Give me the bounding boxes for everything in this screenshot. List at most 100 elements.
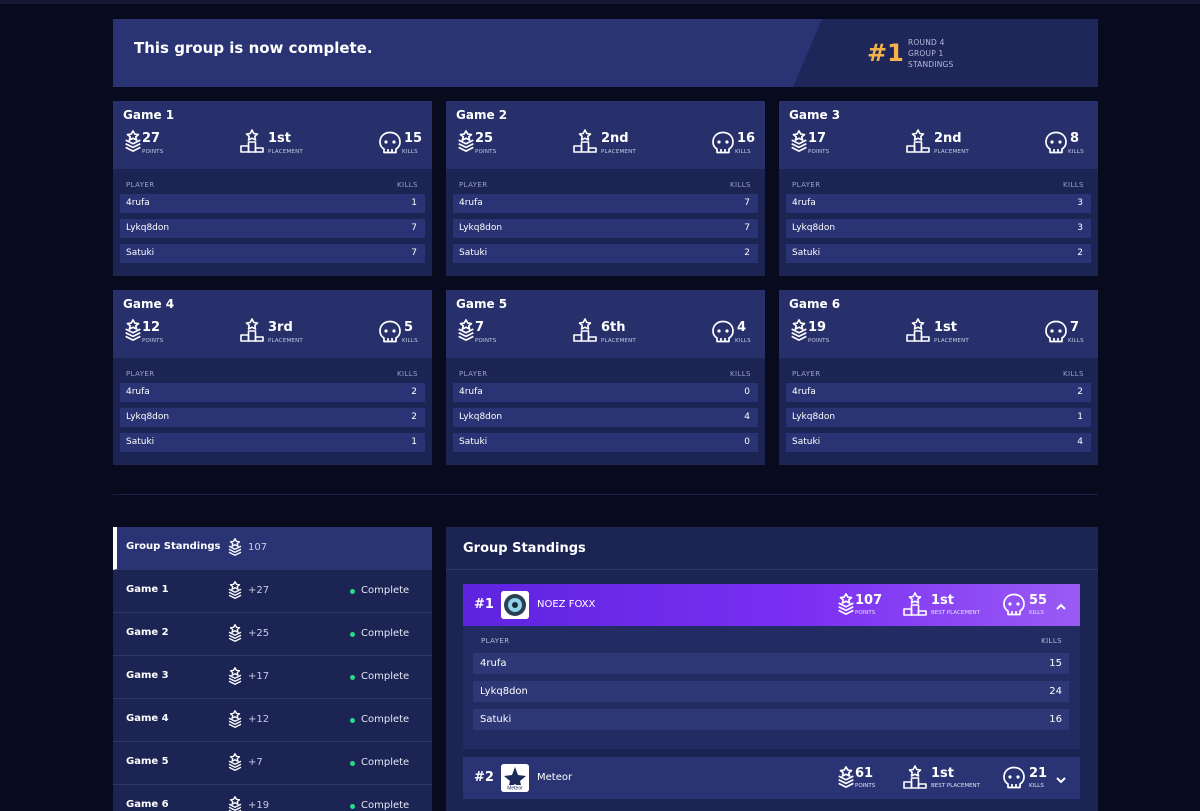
player-kills: 7 <box>744 223 750 233</box>
game-card-header: Game 4 12 POINTS 3rd PLACEMENT 5 KILLS <box>113 290 432 358</box>
nav-item-status: Complete <box>350 800 409 811</box>
team-logo: Meteor <box>501 764 529 792</box>
points-label: POINTS <box>475 149 497 155</box>
points-value: 19 <box>808 320 827 335</box>
status-dot <box>350 761 355 766</box>
nav-item-game-4[interactable]: Game 4 +12 Complete <box>113 699 432 742</box>
roster-row: 4rufa 15 <box>473 653 1069 674</box>
player-kills: 0 <box>744 437 750 447</box>
kills-label: KILLS <box>1029 610 1044 616</box>
player-row: Lykq8don 1 <box>786 408 1091 427</box>
team-name: Meteor <box>537 772 573 783</box>
placement-value: 1st <box>268 131 291 146</box>
svg-text:Meteor: Meteor <box>507 786 523 792</box>
nav-item-game-6[interactable]: Game 6 +19 Complete <box>113 785 432 811</box>
nav-item-game-2[interactable]: Game 2 +25 Complete <box>113 613 432 656</box>
nav-item-status: Complete <box>350 757 409 768</box>
player-row: Satuki 1 <box>120 433 425 452</box>
placement-icon <box>573 129 597 157</box>
roster-player-name: Satuki <box>480 714 512 725</box>
game-card-3: Game 3 17 POINTS 2nd PLACEMENT 8 KILLS PLAYER KI… <box>779 101 1098 276</box>
points-icon <box>788 130 810 156</box>
player-name: Satuki <box>126 248 155 258</box>
player-row: Satuki 4 <box>786 433 1091 452</box>
roster-player-kills: 24 <box>1049 686 1062 697</box>
player-name: Lykq8don <box>792 412 836 422</box>
player-kills: 1 <box>1077 412 1083 422</box>
player-column-header: PLAYER <box>459 370 488 378</box>
nav-item-game-5[interactable]: Game 5 +7 Complete <box>113 742 432 785</box>
player-kills: 3 <box>1077 198 1083 208</box>
nav-item-game-3[interactable]: Game 3 +17 Complete <box>113 656 432 699</box>
points-icon <box>226 796 244 811</box>
skull-icon <box>378 320 402 348</box>
team-logo <box>501 591 529 619</box>
best-placement-label: BEST PLACEMENT <box>931 783 981 789</box>
team-rank: #2 <box>474 770 494 785</box>
game-card-header: Game 3 17 POINTS 2nd PLACEMENT 8 KILLS <box>779 101 1098 169</box>
player-name: Satuki <box>459 248 488 258</box>
placement-icon <box>903 765 927 793</box>
player-kills: 0 <box>744 387 750 397</box>
player-kills: 7 <box>411 248 417 258</box>
team-header-1[interactable]: #1 NOEZ FOXX 107 POINTS 1st BEST PLACEMENT 55 K… <box>463 584 1080 626</box>
kills-column-header: KILLS <box>730 181 751 189</box>
player-row: 4rufa 0 <box>453 383 758 402</box>
nav-item-label: Group Standings <box>126 541 221 552</box>
nav-item-status: Complete <box>350 628 409 639</box>
kills-column-header: KILLS <box>1063 181 1084 189</box>
team-kills: 21 <box>1029 766 1048 781</box>
player-row: Satuki 0 <box>453 433 758 452</box>
rank-meta-round: ROUND 4 <box>908 38 945 47</box>
chevron-down-icon[interactable] <box>1055 771 1067 790</box>
game-card-1: Game 1 27 POINTS 1st PLACEMENT 15 KILLS PLAYER K… <box>113 101 432 276</box>
page-root: This group is now complete. #1 ROUND 4 G… <box>0 0 1200 811</box>
nav-item-points: +7 <box>248 757 263 768</box>
player-kills: 1 <box>411 437 417 447</box>
roster-row: Lykq8don 24 <box>473 681 1069 702</box>
status-dot <box>350 718 355 723</box>
standings-title: Group Standings <box>463 541 586 556</box>
team-header-2[interactable]: #2 Meteor Meteor 61 POINTS 1st BEST PLACEMENT 2… <box>463 757 1080 799</box>
player-kills: 4 <box>744 412 750 422</box>
chevron-up-icon[interactable] <box>1055 598 1067 617</box>
kills-column-header: KILLS <box>397 181 418 189</box>
player-kills: 2 <box>411 412 417 422</box>
nav-item-label: Game 4 <box>126 713 169 724</box>
points-value: 27 <box>142 131 161 146</box>
player-kills: 2 <box>744 248 750 258</box>
player-name: 4rufa <box>459 198 483 208</box>
nav-item-group-standings[interactable]: Group Standings 107 <box>113 527 432 570</box>
kills-label: KILLS <box>735 338 751 344</box>
player-row: Satuki 7 <box>120 244 425 263</box>
placement-label: PLACEMENT <box>601 149 636 155</box>
player-column-header: PLAYER <box>126 370 155 378</box>
team-best-placement: 1st <box>931 766 954 781</box>
team-points: 107 <box>855 593 883 608</box>
player-row: Satuki 2 <box>786 244 1091 263</box>
kills-label: KILLS <box>1068 338 1084 344</box>
player-name: Satuki <box>126 437 155 447</box>
skull-icon <box>1002 593 1026 621</box>
placement-label: PLACEMENT <box>934 338 969 344</box>
kills-label: KILLS <box>402 338 418 344</box>
kills-column-header: KILLS <box>1063 370 1084 378</box>
player-name: 4rufa <box>126 198 150 208</box>
status-dot <box>350 675 355 680</box>
player-name: Satuki <box>792 437 821 447</box>
player-kills: 7 <box>744 198 750 208</box>
team-name: NOEZ FOXX <box>537 599 596 610</box>
points-icon <box>226 538 244 560</box>
placement-icon <box>906 318 930 346</box>
player-column-header: PLAYER <box>792 370 821 378</box>
team-rank: #1 <box>474 597 494 612</box>
game-card-2: Game 2 25 POINTS 2nd PLACEMENT 16 KILLS PLAYER K… <box>446 101 765 276</box>
rank-meta-group: GROUP 1 <box>908 49 944 58</box>
kills-value: 8 <box>1070 131 1080 146</box>
best-placement-label: BEST PLACEMENT <box>931 610 981 616</box>
nav-item-game-1[interactable]: Game 1 +27 Complete <box>113 570 432 613</box>
player-column-header: PLAYER <box>459 181 488 189</box>
player-kills: 2 <box>411 387 417 397</box>
player-name: Lykq8don <box>126 412 170 422</box>
skull-icon <box>1002 766 1026 794</box>
